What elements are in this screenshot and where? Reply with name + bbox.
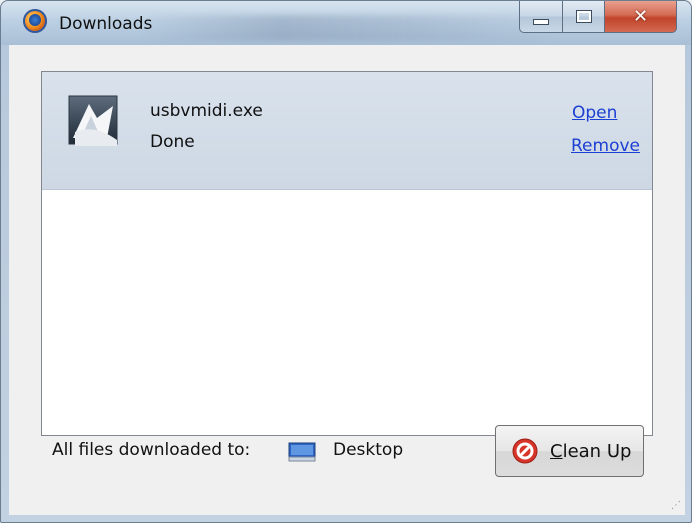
desktop-folder-icon[interactable] (288, 442, 316, 462)
firefox-icon[interactable] (23, 9, 47, 33)
no-entry-icon (512, 438, 538, 464)
maximize-button[interactable] (563, 1, 605, 33)
caption-buttons: ✕ (519, 1, 677, 33)
clean-up-button[interactable]: Clean Up (495, 425, 644, 477)
minimize-icon (533, 18, 549, 25)
file-name: usbvmidi.exe (150, 101, 263, 121)
download-item[interactable]: usbvmidi.exe Done Open Remove (42, 72, 652, 190)
title-bar[interactable]: Downloads ✕ (1, 1, 691, 45)
clean-up-label: Clean Up (550, 440, 632, 462)
downloads-window: Downloads ✕ usbvmidi.exe Done Open Remov… (0, 0, 692, 523)
open-link[interactable]: Open (572, 103, 617, 123)
download-location-label: All files downloaded to: (52, 440, 251, 460)
maximize-icon (575, 10, 592, 23)
download-location[interactable]: Desktop (333, 440, 403, 460)
installer-file-icon (68, 95, 118, 146)
title-bar-background (141, 15, 561, 41)
window-client-area: usbvmidi.exe Done Open Remove All files … (9, 45, 685, 515)
download-status: Done (150, 132, 195, 152)
close-icon: ✕ (632, 6, 649, 27)
downloads-list[interactable]: usbvmidi.exe Done Open Remove (41, 71, 653, 436)
resize-grip[interactable]: ⋰ (671, 500, 681, 511)
remove-link[interactable]: Remove (571, 136, 640, 156)
window-title: Downloads (59, 14, 153, 34)
minimize-button[interactable] (519, 1, 563, 33)
close-button[interactable]: ✕ (605, 1, 677, 33)
